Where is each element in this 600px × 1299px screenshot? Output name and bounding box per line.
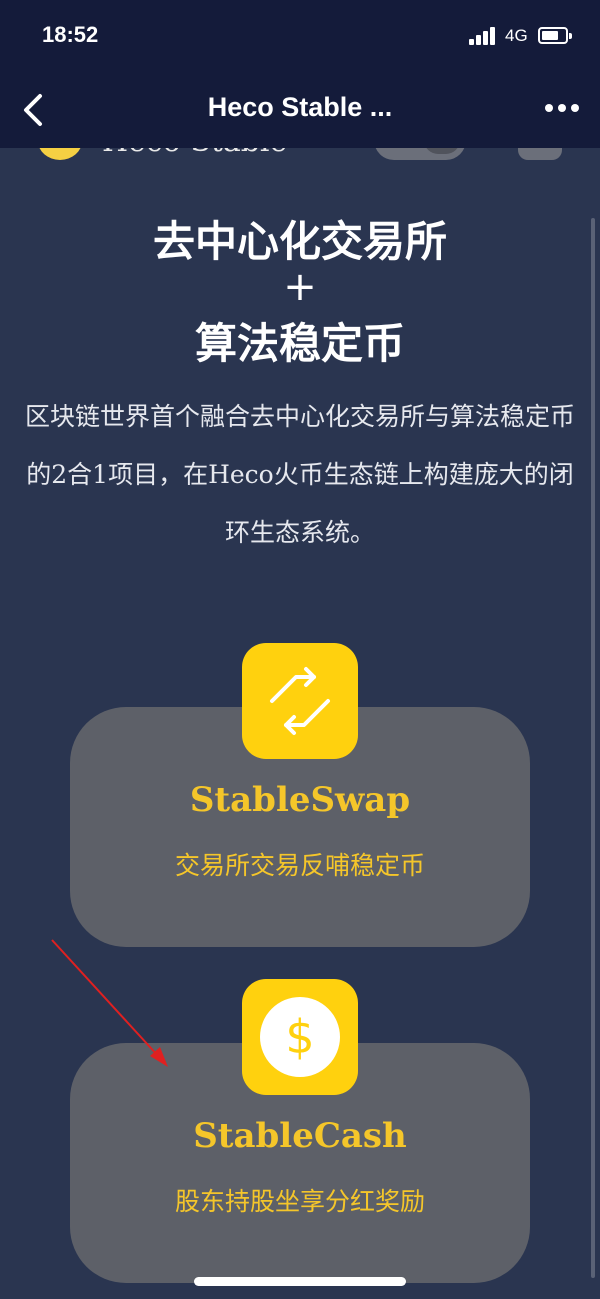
card-subtitle-stablecash: 股东持股坐享分红奖励	[174, 1187, 425, 1216]
home-indicator[interactable]	[194, 1277, 406, 1286]
svg-text:$: $	[285, 1010, 314, 1064]
hero-plus: +	[283, 264, 317, 310]
dollar-coin-icon: $	[242, 979, 358, 1095]
scrollbar[interactable]	[591, 218, 595, 1278]
hero-description: 区块链世界首个融合去中心化交易所与算法稳定币的2合1项目，在Heco火币生态链上…	[24, 402, 575, 547]
swap-arrows-icon	[242, 643, 358, 759]
status-time: 18:52	[42, 22, 99, 47]
battery-icon	[538, 27, 572, 44]
more-dots-icon	[545, 104, 579, 112]
page-title: Heco Stable ...	[207, 92, 393, 122]
status-bar: 18:52 4G	[0, 0, 600, 72]
top-bar: 18:52 4G Heco Stable ...	[0, 0, 600, 148]
hero-title-line2: 算法稳定币	[194, 319, 405, 368]
more-button[interactable]	[542, 96, 582, 120]
card-title-stableswap: StableSwap	[189, 780, 411, 820]
card-title-stablecash: StableCash	[193, 1116, 407, 1156]
hero-title-line1: 去中心化交易所	[152, 217, 447, 266]
network-type: 4G	[505, 26, 528, 45]
card-subtitle-stableswap: 交易所交易反哺稳定币	[174, 851, 425, 880]
signal-icon	[469, 27, 499, 45]
